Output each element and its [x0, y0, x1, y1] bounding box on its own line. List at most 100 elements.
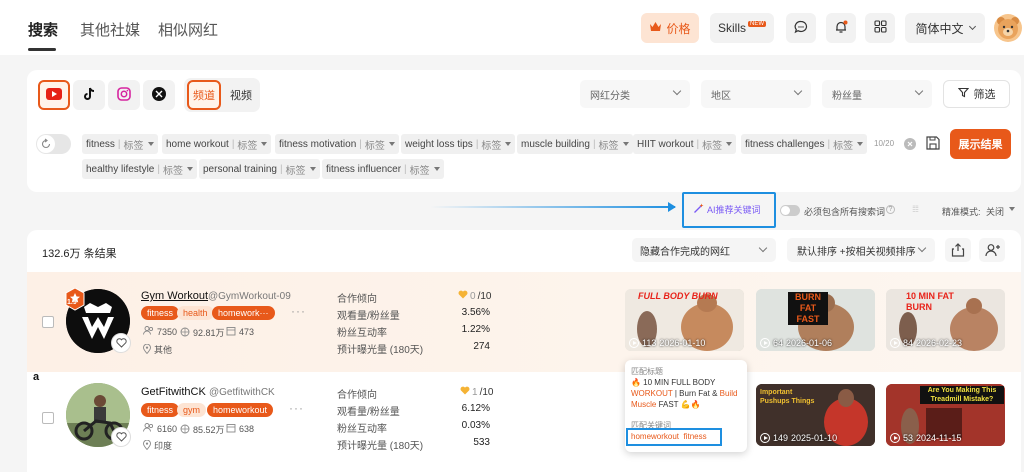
keyword-text: weight loss tips: [405, 138, 473, 150]
thumbnail-title: 10 MIN FAT BURN: [906, 291, 954, 312]
caret-down-icon: [147, 142, 154, 146]
caret-down-icon: [261, 142, 268, 146]
keyword-chip[interactable]: fitness | 标签: [82, 134, 158, 154]
price-button[interactable]: 价格: [641, 13, 699, 43]
video-date: 2026-01-10: [659, 338, 706, 348]
apps-button[interactable]: [865, 13, 895, 43]
row-checkbox[interactable]: [42, 412, 54, 424]
followers-icon: [180, 424, 190, 436]
video-thumbnail[interactable]: 10 MIN FAT BURN 84 2026-02-23: [886, 289, 1005, 351]
x-icon: [152, 86, 166, 104]
topic-tag[interactable]: gym: [177, 403, 207, 417]
location-value: 其他: [154, 345, 173, 355]
keyword-chip[interactable]: weight loss tips | 标签: [401, 134, 516, 154]
mode-video-button[interactable]: 视频: [224, 80, 258, 110]
topic-tag[interactable]: homeworkout: [207, 403, 274, 417]
video-thumbnail[interactable]: Are You Making This Treadmill Mistake? 5…: [886, 384, 1005, 446]
tag-type-label: 标签: [409, 165, 430, 177]
filter-button[interactable]: 筛选: [943, 80, 1010, 108]
location-pin-icon: [143, 343, 151, 356]
skills-button[interactable]: Skills NEW: [710, 13, 774, 43]
influencer-name[interactable]: Gym Workout: [141, 290, 208, 302]
influencer-name[interactable]: GetFitwithCK: [141, 386, 206, 398]
coop-score: 0/10: [458, 290, 491, 302]
amazon-icon: a: [33, 371, 40, 383]
precise-mode-select[interactable]: 关闭: [986, 205, 1004, 218]
platform-x[interactable]: [143, 80, 175, 110]
must-include-toggle[interactable]: [780, 205, 800, 216]
avatar[interactable]: [994, 14, 1022, 42]
topic-tag[interactable]: fitness: [141, 403, 180, 417]
keyword-chip[interactable]: HIIT workout | 标签: [633, 134, 737, 154]
keyword-toggle[interactable]: [36, 134, 71, 154]
calendar-icon: [226, 423, 236, 435]
video-thumbnail[interactable]: Important Pushups Things 149 2025-01-10: [756, 384, 875, 446]
save-button[interactable]: [925, 135, 941, 154]
clear-keywords-button[interactable]: [904, 138, 916, 150]
followers-dropdown[interactable]: 粉丝量: [822, 80, 932, 108]
more-tags-icon[interactable]: ···: [291, 304, 306, 318]
rank-badge-value: 1.9: [67, 299, 77, 306]
match-title-text: 🔥 10 MIN FULL BODY WORKOUT | Burn Fat & …: [631, 377, 743, 410]
price-label: 价格: [666, 21, 691, 36]
topic-tag[interactable]: homework···: [212, 306, 275, 320]
engagement-label: 粉丝互动率: [337, 424, 387, 435]
favorite-button[interactable]: [111, 333, 131, 353]
notifications-button[interactable]: [826, 13, 856, 43]
platform-instagram[interactable]: [108, 80, 140, 110]
divider-dots: ⁞⁞⁞⁞: [912, 204, 919, 214]
keyword-chip[interactable]: muscle building | 标签: [517, 134, 633, 154]
chat-button[interactable]: [786, 13, 816, 43]
more-tags-icon[interactable]: ···: [289, 401, 304, 415]
match-title-part: 🔥 10 MIN FULL BODY: [631, 378, 716, 387]
chat-icon: [794, 20, 808, 37]
keyword-chip[interactable]: fitness motivation | 标签: [275, 134, 399, 154]
location: 印度: [143, 439, 172, 452]
add-user-button[interactable]: [979, 238, 1005, 262]
keyword-chip[interactable]: personal training | 标签: [199, 159, 320, 179]
video-thumbnail[interactable]: FULL BODY BURN 113 2026-01-10: [625, 289, 744, 351]
exposure-label: 预计曝光量 (180天): [337, 441, 424, 452]
ai-recommend-button[interactable]: AI推荐关键词: [693, 203, 761, 216]
tab-similar-influencers[interactable]: 相似网红: [158, 19, 218, 40]
followers-icon: [180, 327, 190, 339]
region-dropdown[interactable]: 地区: [701, 80, 811, 108]
keyword-text: fitness challenges: [745, 138, 825, 150]
language-label: 简体中文: [915, 21, 964, 36]
hide-completed-dropdown[interactable]: 隐藏合作完成的网红: [632, 238, 776, 262]
keyword-chip[interactable]: fitness influencer | 标签: [322, 159, 444, 179]
video-thumbnail[interactable]: BURN FAT FAST 64 2026-01-06: [756, 289, 875, 351]
row-checkbox[interactable]: [42, 316, 54, 328]
engagement-value: 0.03%: [461, 420, 490, 431]
video-date: 2026-01-06: [786, 338, 833, 348]
tab-other-social[interactable]: 其他社媒: [80, 19, 140, 40]
show-results-button[interactable]: 展示结果: [950, 129, 1011, 159]
match-title-highlight: WORKOUT: [631, 389, 673, 398]
export-button[interactable]: [945, 238, 971, 262]
coop-value: 1: [472, 386, 478, 398]
tag-type-label: 标签: [833, 140, 854, 152]
platform-tiktok[interactable]: [73, 80, 105, 110]
keyword-chip[interactable]: home workout | 标签: [162, 134, 272, 154]
topic-tag[interactable]: health: [177, 306, 214, 320]
keyword-chip[interactable]: fitness challenges | 标签: [741, 134, 868, 154]
funnel-icon: [957, 87, 969, 101]
keyword-chip[interactable]: healthy lifestyle | 标签: [82, 159, 197, 179]
followers-placeholder: 粉丝量: [832, 90, 862, 102]
help-icon[interactable]: ?: [886, 205, 895, 214]
exposure-value: 274: [473, 341, 490, 352]
topic-tag[interactable]: fitness: [141, 306, 180, 320]
view-ratio-value: 6.12%: [461, 403, 490, 414]
language-select[interactable]: 简体中文: [905, 13, 985, 43]
category-dropdown[interactable]: 网红分类: [580, 80, 690, 108]
heart-icon: [115, 338, 127, 348]
keyword-text: fitness motivation: [279, 138, 357, 150]
influencer-handle: @GetfitwithCK: [209, 387, 275, 398]
must-include-label: 必须包含所有搜索词: [804, 207, 886, 217]
tab-search[interactable]: 搜索: [28, 19, 58, 40]
heart-icon: [115, 432, 127, 442]
sort-dropdown[interactable]: 默认排序 +按相关视频排序: [787, 238, 935, 262]
mode-channel-button[interactable]: 频道: [187, 80, 221, 110]
platform-youtube[interactable]: [38, 80, 70, 110]
favorite-button[interactable]: [111, 427, 131, 447]
